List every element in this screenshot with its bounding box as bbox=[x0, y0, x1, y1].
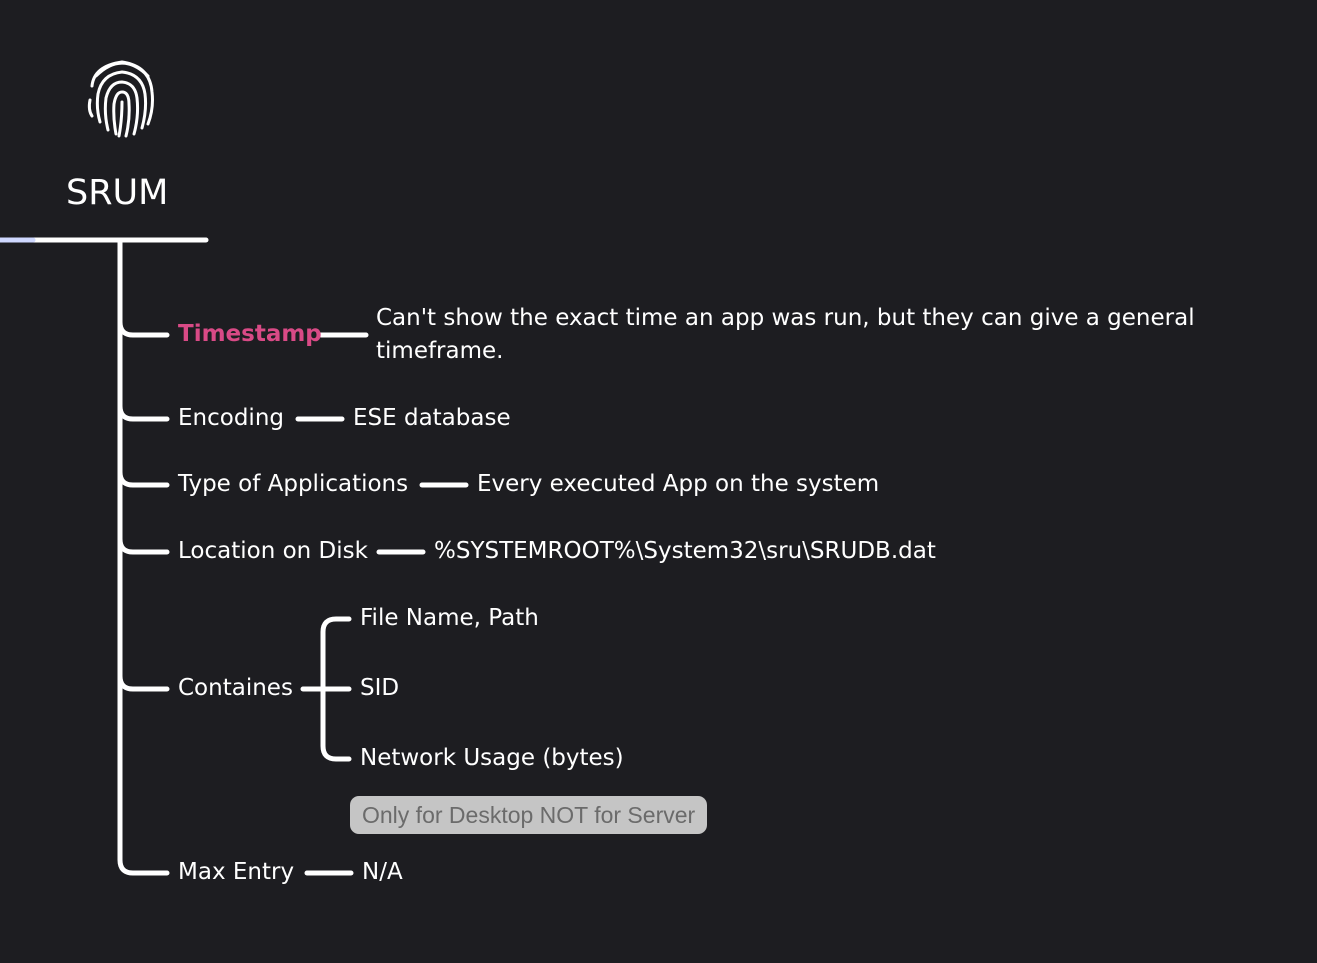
branch-label-containes[interactable]: Containes bbox=[178, 672, 293, 705]
branch-value-max-entry[interactable]: N/A bbox=[362, 856, 403, 889]
branch-connector-location bbox=[117, 536, 170, 555]
branch-label-max-entry[interactable]: Max Entry bbox=[178, 856, 294, 889]
containes-child-network-usage[interactable]: Network Usage (bytes) bbox=[360, 742, 624, 775]
branch-label-type-of-applications[interactable]: Type of Applications bbox=[178, 468, 408, 501]
containes-child-sid[interactable]: SID bbox=[360, 672, 399, 705]
branch-label-location-on-disk[interactable]: Location on Disk bbox=[178, 535, 368, 568]
branch-connector-encoding bbox=[117, 403, 170, 422]
branch-value-type-of-applications[interactable]: Every executed App on the system bbox=[477, 468, 879, 501]
root-title: SRUM bbox=[66, 173, 169, 213]
branch-value-encoding[interactable]: ESE database bbox=[353, 402, 511, 435]
branch-label-encoding[interactable]: Encoding bbox=[178, 402, 284, 435]
note-badge: Only for Desktop NOT for Server bbox=[350, 796, 708, 834]
branch-label-timestamp[interactable]: Timestamp bbox=[178, 318, 322, 351]
branch-connector-type bbox=[117, 469, 170, 488]
mindmap-canvas: SRUM Timestamp Can't show the exact time… bbox=[0, 0, 1317, 963]
fingerprint-icon bbox=[87, 60, 154, 138]
branch-connector-timestamp bbox=[117, 319, 170, 338]
branch-value-location-on-disk[interactable]: %SYSTEMROOT%\System32\sru\SRUDB.dat bbox=[434, 535, 936, 568]
branch-connector-containes bbox=[117, 673, 170, 692]
branch-value-timestamp[interactable]: Can't show the exact time an app was run… bbox=[376, 302, 1196, 368]
containes-child-file-name-path[interactable]: File Name, Path bbox=[360, 602, 539, 635]
